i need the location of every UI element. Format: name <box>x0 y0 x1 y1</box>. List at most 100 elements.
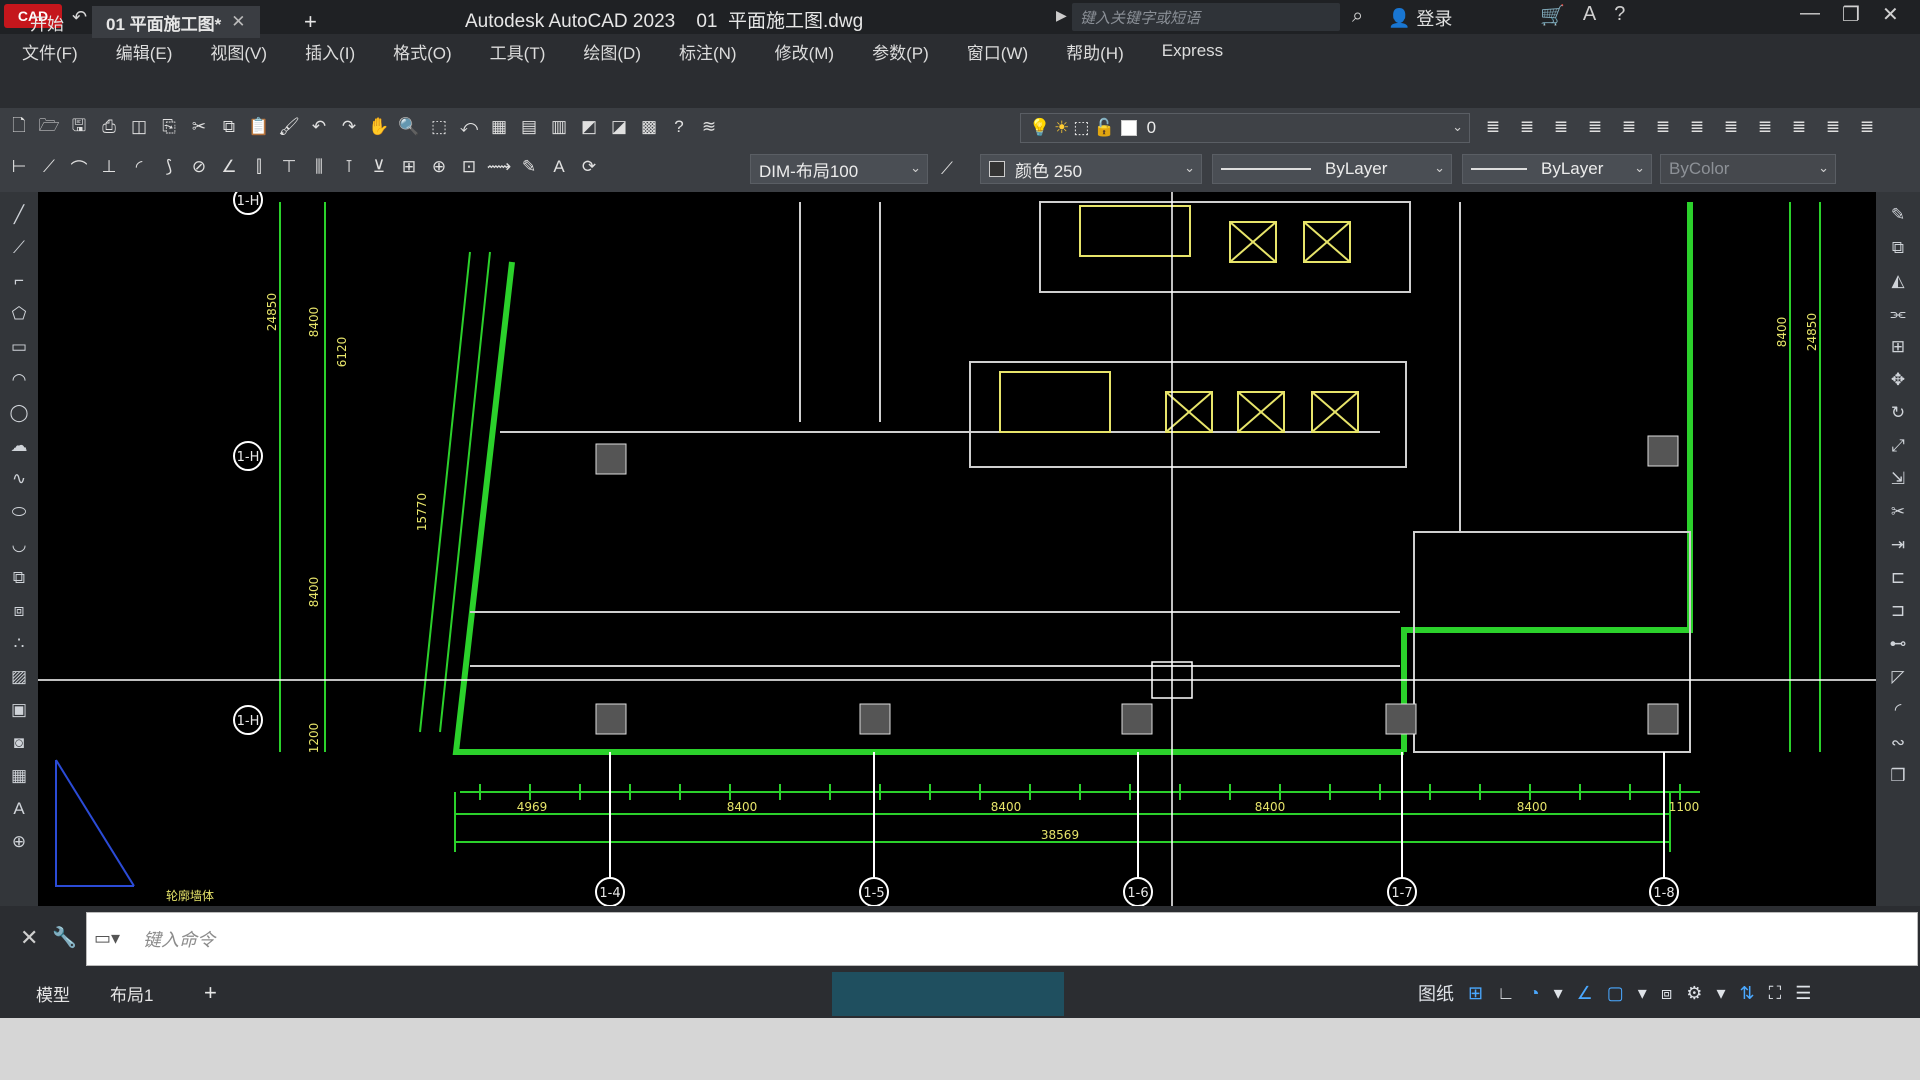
restore-icon[interactable]: ❐ <box>1842 2 1860 27</box>
drawing-canvas[interactable]: 1-4 1-5 1-6 1-7 1-8 1-H 1-H 1-H 38569 49… <box>0 185 1920 907</box>
layer-previous-icon[interactable]: ≣ <box>1480 114 1506 140</box>
close-icon[interactable]: ✕ <box>20 925 38 951</box>
menu-insert[interactable]: 插入(I) <box>283 39 355 64</box>
expand-arrow-icon[interactable]: ▶ <box>1056 7 1067 24</box>
region-icon[interactable]: ◙ <box>6 730 32 756</box>
plot-icon[interactable]: ⎙ <box>96 114 122 140</box>
layer-off-icon[interactable]: ≣ <box>1582 114 1608 140</box>
trim-icon[interactable]: ✂ <box>1885 499 1911 525</box>
spline-icon[interactable]: ∿ <box>6 466 32 492</box>
table-icon[interactable]: ▦ <box>6 763 32 789</box>
redo-icon[interactable]: ↷ <box>336 114 362 140</box>
layer-iso-icon[interactable]: ≣ <box>1548 114 1574 140</box>
copy-object-icon[interactable]: ⧉ <box>1885 235 1911 261</box>
chevron-down-icon[interactable]: ▾ <box>1716 983 1725 1004</box>
publish-icon[interactable]: ⎘ <box>156 114 182 140</box>
chevron-down-icon[interactable]: ▾ <box>1554 983 1563 1004</box>
erase-icon[interactable]: ✎ <box>1885 202 1911 228</box>
layer-merge-icon[interactable]: ≣ <box>1718 114 1744 140</box>
grid-icon[interactable]: ⊞ <box>1468 983 1483 1004</box>
search-icon[interactable]: ⌕ <box>1352 5 1363 28</box>
new-file-icon[interactable]: 🗋 <box>6 114 32 140</box>
open-file-icon[interactable]: 🗁 <box>36 114 62 140</box>
command-prompt-icon[interactable]: ▭▾ <box>94 928 120 949</box>
tab-layout1[interactable]: 布局1 <box>96 976 167 1010</box>
rectangle-icon[interactable]: ▭ <box>6 334 32 360</box>
construction-line-icon[interactable]: ⟋ <box>6 235 32 261</box>
layer-match-icon[interactable]: ≣ <box>1514 114 1540 140</box>
menu-help[interactable]: 帮助(H) <box>1044 39 1124 64</box>
ellipse-arc-icon[interactable]: ◡ <box>6 532 32 558</box>
menu-modify[interactable]: 修改(M) <box>753 39 834 64</box>
cut-icon[interactable]: ✂ <box>186 114 212 140</box>
menu-dimension[interactable]: 标注(N) <box>657 39 737 64</box>
dim-edit-icon[interactable]: ✎ <box>516 154 542 180</box>
layer-walk-icon[interactable]: ≣ <box>1684 114 1710 140</box>
arc-length-icon[interactable]: ⌒ <box>66 154 92 180</box>
mtext-icon[interactable]: A <box>6 796 32 822</box>
menu-file[interactable]: 文件(F) <box>0 39 78 64</box>
layer-copy-icon[interactable]: ≣ <box>1786 114 1812 140</box>
menu-express[interactable]: Express <box>1140 41 1223 61</box>
properties-icon[interactable]: ▦ <box>486 114 512 140</box>
user-account[interactable]: 👤 登录 <box>1388 5 1452 31</box>
add-layout-button[interactable]: + <box>190 976 231 1010</box>
array-icon[interactable]: ⊞ <box>1885 334 1911 360</box>
extend-icon[interactable]: ⇥ <box>1885 532 1911 558</box>
a360-icon[interactable]: A <box>1583 3 1596 28</box>
make-block-icon[interactable]: ⧈ <box>6 598 32 624</box>
polyline-icon[interactable]: ⌐ <box>6 268 32 294</box>
match-icon[interactable]: 🖌 <box>276 114 302 140</box>
selection-cycle-icon[interactable]: ⧈ <box>1661 983 1672 1004</box>
stretch-icon[interactable]: ⇲ <box>1885 466 1911 492</box>
osnap-track-icon[interactable]: ∠ <box>1577 983 1593 1004</box>
gear-icon[interactable]: ⚙ <box>1686 983 1702 1004</box>
circle-icon[interactable]: ◯ <box>6 400 32 426</box>
layer-delete-icon[interactable]: ≣ <box>1752 114 1778 140</box>
blend-icon[interactable]: ∾ <box>1885 730 1911 756</box>
break-point-icon[interactable]: ⊏ <box>1885 565 1911 591</box>
tab-start[interactable]: 开始 <box>16 6 78 38</box>
pan-icon[interactable]: ✋ <box>366 114 392 140</box>
ortho-icon[interactable]: ∟ <box>1497 983 1515 1004</box>
markup-icon[interactable]: ◪ <box>606 114 632 140</box>
radius-icon[interactable]: ◜ <box>126 154 152 180</box>
fullscreen-icon[interactable]: ⛶ <box>1769 983 1782 1004</box>
break-icon[interactable]: ⊐ <box>1885 598 1911 624</box>
polar-icon[interactable]: ◔ <box>1529 983 1540 1004</box>
preview-icon[interactable]: ◫ <box>126 114 152 140</box>
diameter-icon[interactable]: ⊘ <box>186 154 212 180</box>
inspect-icon[interactable]: ⊡ <box>456 154 482 180</box>
menu-view[interactable]: 视图(V) <box>188 39 267 64</box>
jogged-icon[interactable]: ⟆ <box>156 154 182 180</box>
paper-space-toggle[interactable]: 图纸 <box>1418 980 1454 1006</box>
arc-icon[interactable]: ◠ <box>6 367 32 393</box>
tab-model[interactable]: 模型 <box>22 976 84 1010</box>
lineweight-dropdown[interactable]: ByLayer ⌄ <box>1462 154 1652 184</box>
floor-plan[interactable]: 1-4 1-5 1-6 1-7 1-8 1-H 1-H 1-H 38569 49… <box>0 185 1920 907</box>
new-tab-button[interactable]: + <box>290 6 331 38</box>
rotate-icon[interactable]: ↻ <box>1885 400 1911 426</box>
layer-freeze-icon[interactable]: ≣ <box>1616 114 1642 140</box>
baseline-icon[interactable]: ⊤ <box>276 154 302 180</box>
line-icon[interactable]: ╱ <box>6 202 32 228</box>
layer-unlock-icon[interactable]: ≣ <box>1820 114 1846 140</box>
gradient-icon[interactable]: ▣ <box>6 697 32 723</box>
space-icon[interactable]: ⊺ <box>336 154 362 180</box>
tab-drawing[interactable]: 01 平面施工图* ✕ <box>92 6 260 38</box>
hatch-icon[interactable]: ▨ <box>6 664 32 690</box>
dim-style-dropdown[interactable]: DIM-布局100 ⌄ <box>750 154 928 184</box>
offset-icon[interactable]: ⫘ <box>1885 301 1911 327</box>
dim-text-edit-icon[interactable]: A <box>546 154 572 180</box>
zoom-window-icon[interactable]: ⬚ <box>426 114 452 140</box>
center-mark-icon[interactable]: ⊕ <box>426 154 452 180</box>
search-input[interactable]: 键入关键字或短语 <box>1072 3 1340 31</box>
menu-edit[interactable]: 编辑(E) <box>94 39 173 64</box>
minimize-icon[interactable]: — <box>1800 2 1820 27</box>
menu-icon[interactable]: ☰ <box>1795 983 1811 1004</box>
menu-parametric[interactable]: 参数(P) <box>850 39 929 64</box>
ordinate-icon[interactable]: ⊥ <box>96 154 122 180</box>
layer-thaw-icon[interactable]: ≣ <box>1854 114 1880 140</box>
design-center-icon[interactable]: ▤ <box>516 114 542 140</box>
calculator-icon[interactable]: ▩ <box>636 114 662 140</box>
